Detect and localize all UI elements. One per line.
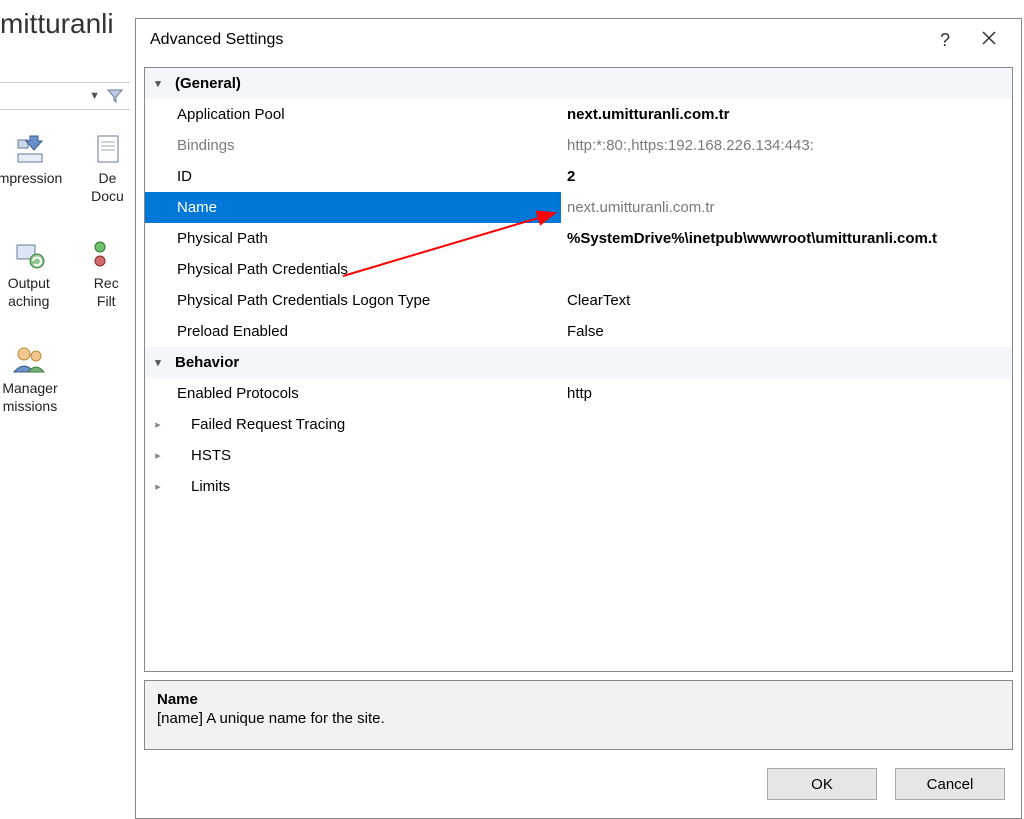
chevron-right-icon: ▸ — [151, 480, 165, 493]
close-icon — [982, 30, 996, 50]
prop-preload-enabled[interactable]: Preload Enabled False — [145, 316, 1012, 347]
prop-failed-request-tracing[interactable]: ▸ Failed Request Tracing — [145, 409, 1012, 440]
prop-id[interactable]: ID 2 — [145, 161, 1012, 192]
page-title-partial: mitturanli — [0, 0, 114, 48]
icon-label: Output aching — [8, 275, 50, 310]
description-name: Name — [157, 691, 1000, 708]
request-filtering-icon — [86, 235, 126, 275]
close-button[interactable] — [967, 25, 1011, 55]
output-caching-icon-item[interactable]: Output aching — [0, 235, 58, 310]
dialog-titlebar: Advanced Settings ? — [136, 19, 1021, 61]
icon-label: mpression — [0, 170, 62, 188]
description-text: [name] A unique name for the site. — [157, 710, 1000, 727]
prop-enabled-protocols[interactable]: Enabled Protocols http — [145, 378, 1012, 409]
default-document-icon-item[interactable]: De Docu — [80, 130, 135, 205]
icon-label: Manager missions — [2, 380, 57, 415]
manager-permissions-icon-item[interactable]: Manager missions — [0, 340, 60, 415]
chevron-down-icon: ▾ — [155, 78, 161, 90]
icons-column-partial: mpression De Docu Out — [0, 130, 135, 445]
filter-icon[interactable] — [106, 87, 124, 105]
prop-physical-path-credentials[interactable]: Physical Path Credentials — [145, 254, 1012, 285]
prop-hsts[interactable]: ▸ HSTS — [145, 440, 1012, 471]
compression-icon-item[interactable]: mpression — [0, 130, 60, 205]
icon-label: De Docu — [91, 170, 124, 205]
dialog-button-row: OK Cancel — [136, 750, 1021, 818]
description-pane: Name [name] A unique name for the site. — [144, 680, 1013, 750]
prop-limits[interactable]: ▸ Limits — [145, 471, 1012, 502]
advanced-settings-dialog: Advanced Settings ? ▾ (General) — [135, 18, 1022, 819]
category-behavior[interactable]: ▾ Behavior — [145, 347, 1012, 378]
dropdown-arrow-icon[interactable]: ▼ — [89, 90, 100, 102]
users-icon — [10, 340, 50, 380]
property-grid[interactable]: ▾ (General) Application Pool next.umittu… — [144, 67, 1013, 672]
compression-icon — [10, 130, 50, 170]
help-button[interactable]: ? — [923, 25, 967, 55]
icon-label: Rec Filt — [94, 275, 119, 310]
prop-physical-path[interactable]: Physical Path %SystemDrive%\inetpub\wwwr… — [145, 223, 1012, 254]
request-filtering-icon-item[interactable]: Rec Filt — [78, 235, 136, 310]
toolbar-partial: ▼ — [0, 82, 130, 110]
cancel-button[interactable]: Cancel — [895, 768, 1005, 800]
prop-application-pool[interactable]: Application Pool next.umitturanli.com.tr — [145, 99, 1012, 130]
ok-button[interactable]: OK — [767, 768, 877, 800]
prop-physical-path-credentials-logon-type[interactable]: Physical Path Credentials Logon Type Cle… — [145, 285, 1012, 316]
prop-bindings[interactable]: Bindings http:*:80:,https:192.168.226.13… — [145, 130, 1012, 161]
prop-name[interactable]: Name next.umitturanli.com.tr — [145, 192, 1012, 223]
chevron-down-icon: ▾ — [155, 357, 161, 369]
chevron-right-icon: ▸ — [151, 449, 165, 462]
category-general[interactable]: ▾ (General) — [145, 68, 1012, 99]
output-caching-icon — [9, 235, 49, 275]
dialog-title: Advanced Settings — [150, 31, 923, 49]
chevron-right-icon: ▸ — [151, 418, 165, 431]
document-icon — [88, 130, 128, 170]
